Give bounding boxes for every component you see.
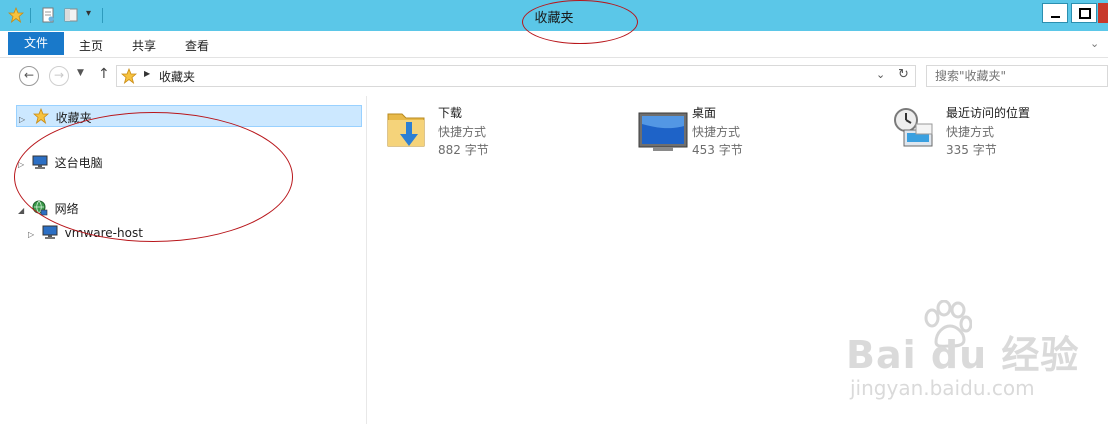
tile-type: 快捷方式 [946,125,995,139]
address-history-chevron-icon[interactable]: ⌄ [876,68,885,81]
close-button[interactable] [1098,3,1108,23]
computer-icon [42,225,58,239]
tile-name: 桌面 [692,106,717,120]
tile-size: 882 字节 [438,143,489,157]
tile-downloads[interactable]: 下载 快捷方式 882 字节 [384,104,604,160]
back-button[interactable]: ← [19,66,39,86]
favorites-star-icon [32,107,49,125]
maximize-icon [1079,8,1091,19]
favorites-star-icon [121,68,137,84]
tile-name: 下载 [438,106,463,120]
up-button[interactable]: ↑ [98,66,110,82]
annotation-ellipse-navpane [14,112,293,242]
forward-button[interactable]: → [49,66,69,86]
watermark-url: jingyan.baidu.com [850,376,1035,400]
recent-places-icon [894,108,933,147]
breadcrumb-separator-icon[interactable]: ▶ [144,69,150,78]
expand-ribbon-chevron-icon[interactable]: ⌄ [1090,37,1099,50]
address-bar[interactable]: ▶ 收藏夹 ⌄ ↻ [116,65,916,87]
tile-type: 快捷方式 [438,125,487,139]
back-arrow-icon: ← [23,68,35,82]
up-arrow-icon: ↑ [98,66,110,82]
expand-arrow-icon[interactable]: ▷ [28,224,38,246]
minimize-button[interactable] [1042,3,1068,23]
downloads-folder-icon [387,113,425,147]
tab-file[interactable]: 文件 [8,32,64,55]
tile-type: 快捷方式 [692,125,741,139]
refresh-icon[interactable]: ↻ [898,67,909,82]
maximize-button[interactable] [1071,3,1097,23]
minimize-icon [1051,16,1060,18]
desktop-monitor-icon [638,112,688,151]
breadcrumb-favorites[interactable]: 收藏夹 [159,68,195,85]
forward-arrow-icon: → [53,68,65,82]
watermark-brand: Bai du 经验 [846,333,1080,377]
tab-view[interactable]: 查看 [185,37,209,54]
annotation-ellipse-title [522,0,638,44]
tile-size: 335 字节 [946,143,997,157]
tile-size: 453 字节 [692,143,743,157]
search-input[interactable] [926,65,1108,87]
tile-desktop[interactable]: 桌面 快捷方式 453 字节 [638,104,858,160]
tab-home[interactable]: 主页 [79,37,103,54]
recent-locations-chevron-icon[interactable]: ▼ [77,68,84,78]
tile-recent-places[interactable]: 最近访问的位置 快捷方式 335 字节 [892,104,1102,160]
tile-name: 最近访问的位置 [946,106,1031,120]
expand-arrow-icon[interactable]: ▷ [19,109,29,131]
baidu-jingyan-watermark: Bai du 经验 jingyan.baidu.com [842,300,1092,410]
tab-share[interactable]: 共享 [132,37,156,54]
